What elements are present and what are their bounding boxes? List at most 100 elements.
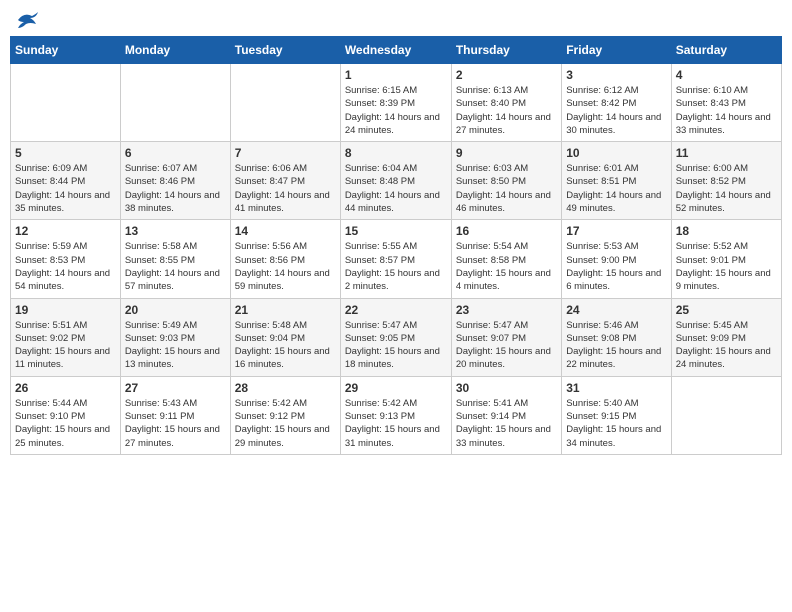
- day-cell: 24 Sunrise: 5:46 AM Sunset: 9:08 PM Dayli…: [562, 298, 671, 376]
- day-cell: 20 Sunrise: 5:49 AM Sunset: 9:03 PM Dayli…: [120, 298, 230, 376]
- day-number: 16: [456, 224, 557, 238]
- day-info: Sunrise: 5:45 AM Sunset: 9:09 PM Dayligh…: [676, 319, 777, 372]
- day-number: 3: [566, 68, 666, 82]
- day-cell: 13 Sunrise: 5:58 AM Sunset: 8:55 PM Dayli…: [120, 220, 230, 298]
- day-number: 21: [235, 303, 336, 317]
- day-info: Sunrise: 5:53 AM Sunset: 9:00 PM Dayligh…: [566, 240, 666, 293]
- day-info: Sunrise: 6:12 AM Sunset: 8:42 PM Dayligh…: [566, 84, 666, 137]
- day-number: 7: [235, 146, 336, 160]
- day-cell: [120, 64, 230, 142]
- day-info: Sunrise: 5:51 AM Sunset: 9:02 PM Dayligh…: [15, 319, 116, 372]
- weekday-header-monday: Monday: [120, 37, 230, 64]
- day-number: 14: [235, 224, 336, 238]
- weekday-header-wednesday: Wednesday: [340, 37, 451, 64]
- day-info: Sunrise: 6:09 AM Sunset: 8:44 PM Dayligh…: [15, 162, 116, 215]
- page-header: [10, 10, 782, 30]
- day-number: 27: [125, 381, 226, 395]
- day-info: Sunrise: 5:47 AM Sunset: 9:05 PM Dayligh…: [345, 319, 447, 372]
- day-number: 9: [456, 146, 557, 160]
- day-cell: 25 Sunrise: 5:45 AM Sunset: 9:09 PM Dayli…: [671, 298, 781, 376]
- weekday-header-tuesday: Tuesday: [230, 37, 340, 64]
- week-row-4: 19 Sunrise: 5:51 AM Sunset: 9:02 PM Dayli…: [11, 298, 782, 376]
- day-number: 6: [125, 146, 226, 160]
- day-cell: 2 Sunrise: 6:13 AM Sunset: 8:40 PM Daylig…: [451, 64, 561, 142]
- day-number: 26: [15, 381, 116, 395]
- day-cell: 7Sunrise: 6:06 AM Sunset: 8:47 PM Daylig…: [230, 142, 340, 220]
- day-cell: [230, 64, 340, 142]
- day-info: Sunrise: 6:00 AM Sunset: 8:52 PM Dayligh…: [676, 162, 777, 215]
- day-number: 10: [566, 146, 666, 160]
- day-number: 23: [456, 303, 557, 317]
- week-row-2: 5 Sunrise: 6:09 AM Sunset: 8:44 PM Daylig…: [11, 142, 782, 220]
- day-number: 28: [235, 381, 336, 395]
- day-cell: [671, 376, 781, 454]
- day-cell: 14Sunrise: 5:56 AM Sunset: 8:56 PM Dayli…: [230, 220, 340, 298]
- day-number: 19: [15, 303, 116, 317]
- day-number: 18: [676, 224, 777, 238]
- day-info: Sunrise: 5:52 AM Sunset: 9:01 PM Dayligh…: [676, 240, 777, 293]
- day-cell: 9Sunrise: 6:03 AM Sunset: 8:50 PM Daylig…: [451, 142, 561, 220]
- day-cell: 17 Sunrise: 5:53 AM Sunset: 9:00 PM Dayli…: [562, 220, 671, 298]
- day-info: Sunrise: 5:40 AM Sunset: 9:15 PM Dayligh…: [566, 397, 666, 450]
- day-info: Sunrise: 6:07 AM Sunset: 8:46 PM Dayligh…: [125, 162, 226, 215]
- day-number: 29: [345, 381, 447, 395]
- day-cell: 22 Sunrise: 5:47 AM Sunset: 9:05 PM Dayli…: [340, 298, 451, 376]
- day-cell: 12Sunrise: 5:59 AM Sunset: 8:53 PM Dayli…: [11, 220, 121, 298]
- day-info: Sunrise: 5:49 AM Sunset: 9:03 PM Dayligh…: [125, 319, 226, 372]
- day-info: Sunrise: 6:10 AM Sunset: 8:43 PM Dayligh…: [676, 84, 777, 137]
- day-info: Sunrise: 5:54 AM Sunset: 8:58 PM Dayligh…: [456, 240, 557, 293]
- day-cell: [11, 64, 121, 142]
- day-number: 25: [676, 303, 777, 317]
- day-info: Sunrise: 6:13 AM Sunset: 8:40 PM Dayligh…: [456, 84, 557, 137]
- week-row-3: 12Sunrise: 5:59 AM Sunset: 8:53 PM Dayli…: [11, 220, 782, 298]
- day-cell: 10Sunrise: 6:01 AM Sunset: 8:51 PM Dayli…: [562, 142, 671, 220]
- day-number: 11: [676, 146, 777, 160]
- day-number: 2: [456, 68, 557, 82]
- day-cell: 4Sunrise: 6:10 AM Sunset: 8:43 PM Daylig…: [671, 64, 781, 142]
- day-info: Sunrise: 5:44 AM Sunset: 9:10 PM Dayligh…: [15, 397, 116, 450]
- day-cell: 3 Sunrise: 6:12 AM Sunset: 8:42 PM Daylig…: [562, 64, 671, 142]
- day-number: 20: [125, 303, 226, 317]
- weekday-header-row: SundayMondayTuesdayWednesdayThursdayFrid…: [11, 37, 782, 64]
- week-row-5: 26 Sunrise: 5:44 AM Sunset: 9:10 PM Dayli…: [11, 376, 782, 454]
- day-info: Sunrise: 5:46 AM Sunset: 9:08 PM Dayligh…: [566, 319, 666, 372]
- day-info: Sunrise: 5:55 AM Sunset: 8:57 PM Dayligh…: [345, 240, 447, 293]
- logo: [14, 10, 40, 30]
- day-cell: 28 Sunrise: 5:42 AM Sunset: 9:12 PM Dayli…: [230, 376, 340, 454]
- day-number: 17: [566, 224, 666, 238]
- day-number: 15: [345, 224, 447, 238]
- weekday-header-friday: Friday: [562, 37, 671, 64]
- day-cell: 30 Sunrise: 5:41 AM Sunset: 9:14 PM Dayli…: [451, 376, 561, 454]
- day-cell: 19 Sunrise: 5:51 AM Sunset: 9:02 PM Dayli…: [11, 298, 121, 376]
- week-row-1: 1Sunrise: 6:15 AM Sunset: 8:39 PM Daylig…: [11, 64, 782, 142]
- day-info: Sunrise: 5:41 AM Sunset: 9:14 PM Dayligh…: [456, 397, 557, 450]
- day-cell: 18 Sunrise: 5:52 AM Sunset: 9:01 PM Dayli…: [671, 220, 781, 298]
- weekday-header-sunday: Sunday: [11, 37, 121, 64]
- day-number: 30: [456, 381, 557, 395]
- day-number: 8: [345, 146, 447, 160]
- day-cell: 1Sunrise: 6:15 AM Sunset: 8:39 PM Daylig…: [340, 64, 451, 142]
- day-number: 22: [345, 303, 447, 317]
- weekday-header-saturday: Saturday: [671, 37, 781, 64]
- day-number: 24: [566, 303, 666, 317]
- day-info: Sunrise: 5:43 AM Sunset: 9:11 PM Dayligh…: [125, 397, 226, 450]
- day-number: 13: [125, 224, 226, 238]
- day-cell: 23 Sunrise: 5:47 AM Sunset: 9:07 PM Dayli…: [451, 298, 561, 376]
- day-cell: 5 Sunrise: 6:09 AM Sunset: 8:44 PM Daylig…: [11, 142, 121, 220]
- day-cell: 26 Sunrise: 5:44 AM Sunset: 9:10 PM Dayli…: [11, 376, 121, 454]
- logo-bird-icon: [16, 10, 40, 30]
- weekday-header-thursday: Thursday: [451, 37, 561, 64]
- day-number: 5: [15, 146, 116, 160]
- day-cell: 29Sunrise: 5:42 AM Sunset: 9:13 PM Dayli…: [340, 376, 451, 454]
- day-cell: 15 Sunrise: 5:55 AM Sunset: 8:57 PM Dayli…: [340, 220, 451, 298]
- day-number: 31: [566, 381, 666, 395]
- day-info: Sunrise: 5:48 AM Sunset: 9:04 PM Dayligh…: [235, 319, 336, 372]
- day-info: Sunrise: 5:47 AM Sunset: 9:07 PM Dayligh…: [456, 319, 557, 372]
- day-info: Sunrise: 6:15 AM Sunset: 8:39 PM Dayligh…: [345, 84, 447, 137]
- day-info: Sunrise: 5:42 AM Sunset: 9:12 PM Dayligh…: [235, 397, 336, 450]
- day-info: Sunrise: 5:58 AM Sunset: 8:55 PM Dayligh…: [125, 240, 226, 293]
- day-info: Sunrise: 5:59 AM Sunset: 8:53 PM Dayligh…: [15, 240, 116, 293]
- day-cell: 27 Sunrise: 5:43 AM Sunset: 9:11 PM Dayli…: [120, 376, 230, 454]
- calendar-table: SundayMondayTuesdayWednesdayThursdayFrid…: [10, 36, 782, 455]
- day-info: Sunrise: 6:04 AM Sunset: 8:48 PM Dayligh…: [345, 162, 447, 215]
